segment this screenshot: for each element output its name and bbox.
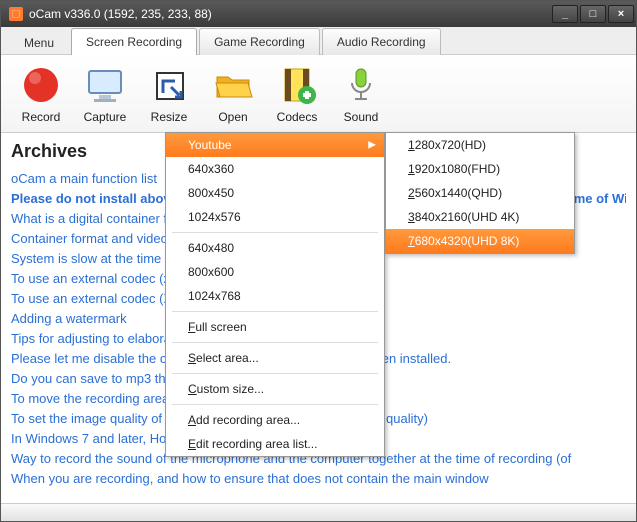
menu-separator: [172, 232, 378, 233]
sound-label: Sound: [344, 110, 379, 124]
menu-button[interactable]: Menu: [9, 29, 69, 54]
tab-game-recording[interactable]: Game Recording: [199, 28, 320, 55]
menu-item-1024x768[interactable]: 1024x768: [166, 284, 384, 308]
resize-label: Resize: [151, 110, 188, 124]
microphone-icon: [340, 64, 382, 106]
menu-separator: [172, 311, 378, 312]
submenu-item[interactable]: 1280x720(HD): [386, 133, 574, 157]
sound-button[interactable]: Sound: [329, 60, 393, 128]
menu-item-800x450[interactable]: 800x450: [166, 181, 384, 205]
record-label: Record: [22, 110, 61, 124]
menu-item-custom-size[interactable]: Custom size...: [166, 377, 384, 401]
monitor-icon: [84, 64, 126, 106]
menu-item-youtube[interactable]: Youtube ▶: [166, 133, 384, 157]
submenu-item[interactable]: 2560x1440(QHD): [386, 181, 574, 205]
open-label: Open: [218, 110, 247, 124]
menu-separator: [172, 404, 378, 405]
folder-icon: [212, 64, 254, 106]
menu-item-fullscreen[interactable]: Full screen: [166, 315, 384, 339]
menu-item-640x480[interactable]: 640x480: [166, 236, 384, 260]
menu-item-select-area[interactable]: Select area...: [166, 346, 384, 370]
close-button[interactable]: ×: [608, 5, 634, 23]
menubar: Menu Screen Recording Game Recording Aud…: [1, 27, 636, 55]
tab-audio-recording[interactable]: Audio Recording: [322, 28, 441, 55]
toolbar: Record Capture Resize Open Codecs: [1, 55, 636, 133]
record-button[interactable]: Record: [9, 60, 73, 128]
open-button[interactable]: Open: [201, 60, 265, 128]
window-title: oCam v336.0 (1592, 235, 233, 88): [29, 7, 550, 21]
menu-separator: [172, 373, 378, 374]
menu-item-edit-recording-area[interactable]: Edit recording area list...: [166, 432, 384, 456]
submenu-item[interactable]: 3840x2160(UHD 4K): [386, 205, 574, 229]
statusbar: [1, 503, 636, 521]
codecs-label: Codecs: [277, 110, 318, 124]
youtube-submenu: 1280x720(HD)1920x1080(FHD)2560x1440(QHD)…: [385, 132, 575, 254]
menu-item-800x600[interactable]: 800x600: [166, 260, 384, 284]
resize-button[interactable]: Resize: [137, 60, 201, 128]
app-icon: [9, 7, 23, 21]
menu-item-add-recording-area[interactable]: Add recording area...: [166, 408, 384, 432]
codecs-button[interactable]: Codecs: [265, 60, 329, 128]
menu-item-1024x576[interactable]: 1024x576: [166, 205, 384, 229]
menu-item-640x360[interactable]: 640x360: [166, 157, 384, 181]
submenu-item[interactable]: 1920x1080(FHD): [386, 157, 574, 181]
capture-label: Capture: [84, 110, 127, 124]
content-link[interactable]: When you are recording, and how to ensur…: [11, 469, 626, 489]
tab-screen-recording[interactable]: Screen Recording: [71, 28, 197, 55]
codecs-icon: [276, 64, 318, 106]
resize-menu: Youtube ▶ 640x360 800x450 1024x576 640x4…: [165, 132, 385, 457]
chevron-right-icon: ▶: [368, 140, 376, 151]
record-icon: [20, 64, 62, 106]
minimize-button[interactable]: _: [552, 5, 578, 23]
maximize-button[interactable]: □: [580, 5, 606, 23]
menu-separator: [172, 342, 378, 343]
capture-button[interactable]: Capture: [73, 60, 137, 128]
resize-icon: [148, 64, 190, 106]
titlebar[interactable]: oCam v336.0 (1592, 235, 233, 88) _ □ ×: [1, 1, 636, 27]
submenu-item[interactable]: 7680x4320(UHD 8K): [386, 229, 574, 253]
